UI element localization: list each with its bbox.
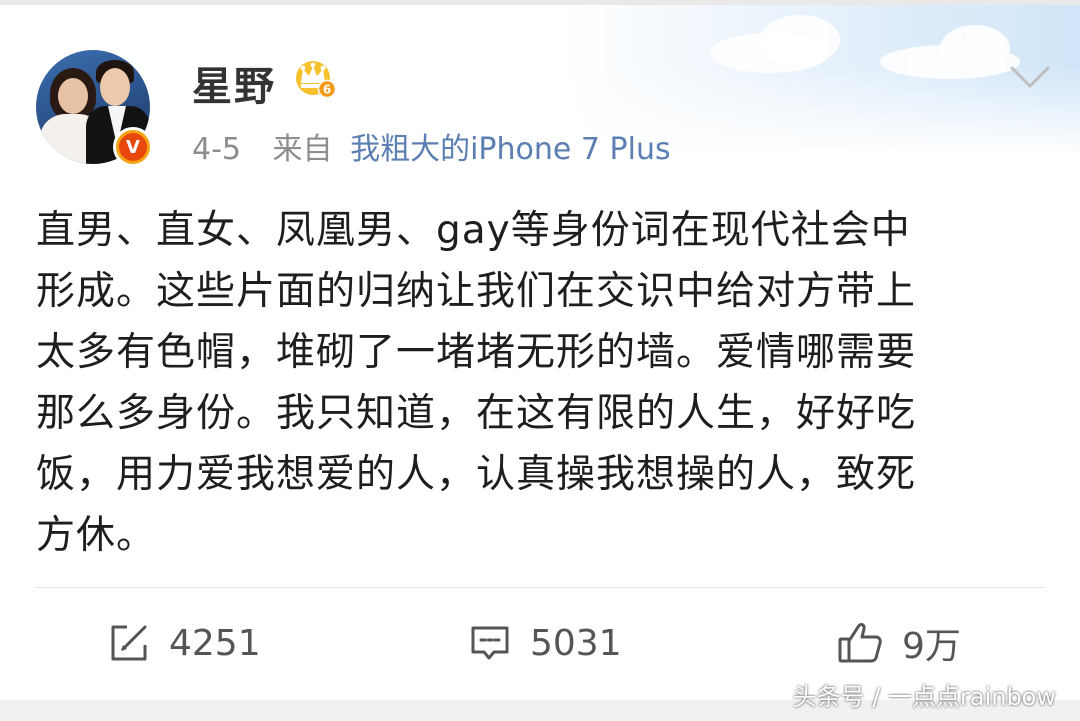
like-count: 9万: [902, 626, 961, 667]
repost-icon: [111, 625, 147, 661]
comment-icon: [471, 626, 509, 660]
post-meta: 4-5 来自 我粗大的iPhone 7 Plus: [192, 124, 671, 168]
source-prefix: 来自: [272, 132, 333, 167]
repost-count: 4251: [169, 622, 261, 664]
thumbs-up-icon: [838, 623, 882, 663]
verified-icon: V: [113, 127, 153, 167]
crown-badge-icon: 6: [296, 61, 337, 98]
author-name[interactable]: 星野: [192, 54, 276, 112]
chevron-down-icon[interactable]: [1008, 62, 1052, 94]
like-button[interactable]: 9万: [836, 616, 961, 670]
action-divider: [36, 587, 1044, 588]
repost-button[interactable]: 4251: [107, 616, 261, 670]
watermark: 头条号 / 一点点rainbow: [792, 683, 1056, 711]
post-date: 4-5: [192, 132, 241, 167]
comment-count: 5031: [530, 622, 622, 664]
verified-mark: V: [119, 133, 147, 161]
level-number: 6: [323, 83, 331, 97]
comment-button[interactable]: 5031: [468, 616, 622, 670]
post-source-link[interactable]: 我粗大的iPhone 7 Plus: [350, 132, 671, 167]
post-content: 直男、直女、凤凰男、gay等身份词在现代社会中 形成。这些片面的归纳让我们在交识…: [36, 208, 917, 558]
weibo-post-card: V 星野 6 4-5 来自 我粗大的iPhone 7 Plus 直男、直女、凤凰…: [0, 0, 1080, 721]
